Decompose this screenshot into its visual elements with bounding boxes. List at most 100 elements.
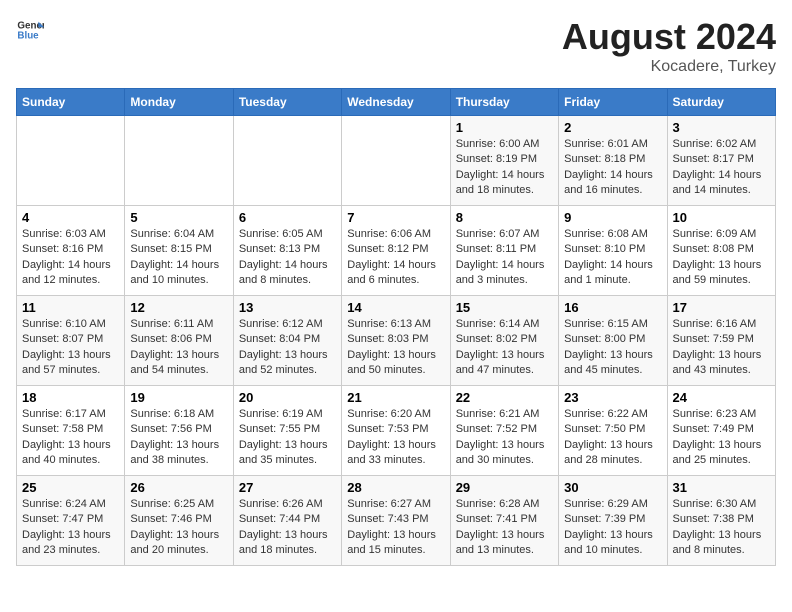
- day-info: Sunrise: 6:11 AM Sunset: 8:06 PM Dayligh…: [130, 317, 227, 379]
- day-cell: 14Sunrise: 6:13 AM Sunset: 8:03 PM Dayli…: [342, 296, 450, 386]
- day-number: 29: [456, 480, 553, 495]
- day-cell: [17, 116, 125, 206]
- day-number: 12: [130, 300, 227, 315]
- day-cell: 29 Sunrise: 6:28 AM Sunset: 7:41 PM Dayli…: [450, 476, 558, 566]
- day-number: 21: [347, 390, 444, 405]
- day-cell: 12 Sunrise: 6:11 AM Sunset: 8:06 PM Dayli…: [125, 296, 233, 386]
- day-cell: 21 Sunrise: 6:20 AM Sunset: 7:53 PM Dayli…: [342, 386, 450, 476]
- day-cell: 4 Sunrise: 6:03 AM Sunset: 8:16 PM Daylig…: [17, 206, 125, 296]
- calendar-header: SundayMondayTuesdayWednesdayThursdayFrid…: [17, 89, 776, 116]
- day-cell: 17Sunrise: 6:16 AM Sunset: 7:59 PM Dayli…: [667, 296, 775, 386]
- day-info: Sunrise: 6:24 AM Sunset: 7:47 PM Dayligh…: [22, 497, 119, 559]
- day-cell: 5 Sunrise: 6:04 AM Sunset: 8:15 PM Daylig…: [125, 206, 233, 296]
- day-cell: 24Sunrise: 6:23 AM Sunset: 7:49 PM Dayli…: [667, 386, 775, 476]
- day-cell: 28 Sunrise: 6:27 AM Sunset: 7:43 PM Dayli…: [342, 476, 450, 566]
- day-cell: 30 Sunrise: 6:29 AM Sunset: 7:39 PM Dayli…: [559, 476, 667, 566]
- day-info: Sunrise: 6:12 AM Sunset: 8:04 PM Dayligh…: [239, 317, 336, 379]
- day-info: Sunrise: 6:16 AM Sunset: 7:59 PM Dayligh…: [673, 317, 770, 379]
- day-number: 4: [22, 210, 119, 225]
- day-cell: [125, 116, 233, 206]
- day-number: 16: [564, 300, 661, 315]
- week-row-5: 25Sunrise: 6:24 AM Sunset: 7:47 PM Dayli…: [17, 476, 776, 566]
- logo: General Blue: [16, 16, 44, 44]
- header-cell-sunday: Sunday: [17, 89, 125, 116]
- day-number: 31: [673, 480, 770, 495]
- day-info: Sunrise: 6:20 AM Sunset: 7:53 PM Dayligh…: [347, 407, 444, 469]
- day-info: Sunrise: 6:18 AM Sunset: 7:56 PM Dayligh…: [130, 407, 227, 469]
- day-info: Sunrise: 6:28 AM Sunset: 7:41 PM Dayligh…: [456, 497, 553, 559]
- week-row-2: 4 Sunrise: 6:03 AM Sunset: 8:16 PM Daylig…: [17, 206, 776, 296]
- day-cell: 23 Sunrise: 6:22 AM Sunset: 7:50 PM Dayli…: [559, 386, 667, 476]
- day-cell: [233, 116, 341, 206]
- day-cell: 19 Sunrise: 6:18 AM Sunset: 7:56 PM Dayli…: [125, 386, 233, 476]
- day-number: 3: [673, 120, 770, 135]
- day-info: Sunrise: 6:15 AM Sunset: 8:00 PM Dayligh…: [564, 317, 661, 379]
- day-info: Sunrise: 6:07 AM Sunset: 8:11 PM Dayligh…: [456, 227, 553, 289]
- day-number: 11: [22, 300, 119, 315]
- day-number: 22: [456, 390, 553, 405]
- calendar-table: SundayMondayTuesdayWednesdayThursdayFrid…: [16, 88, 776, 566]
- day-number: 26: [130, 480, 227, 495]
- header-cell-tuesday: Tuesday: [233, 89, 341, 116]
- day-cell: 25Sunrise: 6:24 AM Sunset: 7:47 PM Dayli…: [17, 476, 125, 566]
- day-number: 27: [239, 480, 336, 495]
- day-cell: 3 Sunrise: 6:02 AM Sunset: 8:17 PM Daylig…: [667, 116, 775, 206]
- day-number: 28: [347, 480, 444, 495]
- day-info: Sunrise: 6:04 AM Sunset: 8:15 PM Dayligh…: [130, 227, 227, 289]
- day-info: Sunrise: 6:26 AM Sunset: 7:44 PM Dayligh…: [239, 497, 336, 559]
- day-number: 10: [673, 210, 770, 225]
- day-info: Sunrise: 6:02 AM Sunset: 8:17 PM Dayligh…: [673, 137, 770, 199]
- week-row-4: 18Sunrise: 6:17 AM Sunset: 7:58 PM Dayli…: [17, 386, 776, 476]
- day-cell: 16 Sunrise: 6:15 AM Sunset: 8:00 PM Dayli…: [559, 296, 667, 386]
- day-number: 13: [239, 300, 336, 315]
- day-number: 19: [130, 390, 227, 405]
- day-number: 7: [347, 210, 444, 225]
- day-number: 30: [564, 480, 661, 495]
- title-block: August 2024 Kocadere, Turkey: [562, 16, 776, 76]
- header-cell-wednesday: Wednesday: [342, 89, 450, 116]
- week-row-1: 1Sunrise: 6:00 AM Sunset: 8:19 PM Daylig…: [17, 116, 776, 206]
- day-info: Sunrise: 6:05 AM Sunset: 8:13 PM Dayligh…: [239, 227, 336, 289]
- header-cell-thursday: Thursday: [450, 89, 558, 116]
- day-info: Sunrise: 6:01 AM Sunset: 8:18 PM Dayligh…: [564, 137, 661, 199]
- page-header: General Blue August 2024 Kocadere, Turke…: [16, 16, 776, 76]
- day-cell: 10 Sunrise: 6:09 AM Sunset: 8:08 PM Dayli…: [667, 206, 775, 296]
- day-info: Sunrise: 6:21 AM Sunset: 7:52 PM Dayligh…: [456, 407, 553, 469]
- day-info: Sunrise: 6:10 AM Sunset: 8:07 PM Dayligh…: [22, 317, 119, 379]
- day-info: Sunrise: 6:17 AM Sunset: 7:58 PM Dayligh…: [22, 407, 119, 469]
- day-cell: 11 Sunrise: 6:10 AM Sunset: 8:07 PM Dayli…: [17, 296, 125, 386]
- day-info: Sunrise: 6:14 AM Sunset: 8:02 PM Dayligh…: [456, 317, 553, 379]
- day-cell: 6 Sunrise: 6:05 AM Sunset: 8:13 PM Daylig…: [233, 206, 341, 296]
- day-info: Sunrise: 6:03 AM Sunset: 8:16 PM Dayligh…: [22, 227, 119, 289]
- day-number: 23: [564, 390, 661, 405]
- day-number: 8: [456, 210, 553, 225]
- day-info: Sunrise: 6:22 AM Sunset: 7:50 PM Dayligh…: [564, 407, 661, 469]
- day-cell: 13 Sunrise: 6:12 AM Sunset: 8:04 PM Dayli…: [233, 296, 341, 386]
- day-info: Sunrise: 6:08 AM Sunset: 8:10 PM Dayligh…: [564, 227, 661, 289]
- day-info: Sunrise: 6:19 AM Sunset: 7:55 PM Dayligh…: [239, 407, 336, 469]
- day-cell: 20Sunrise: 6:19 AM Sunset: 7:55 PM Dayli…: [233, 386, 341, 476]
- header-cell-saturday: Saturday: [667, 89, 775, 116]
- day-cell: [342, 116, 450, 206]
- calendar-body: 1Sunrise: 6:00 AM Sunset: 8:19 PM Daylig…: [17, 116, 776, 566]
- day-info: Sunrise: 6:06 AM Sunset: 8:12 PM Dayligh…: [347, 227, 444, 289]
- day-cell: 26 Sunrise: 6:25 AM Sunset: 7:46 PM Dayli…: [125, 476, 233, 566]
- day-info: Sunrise: 6:13 AM Sunset: 8:03 PM Dayligh…: [347, 317, 444, 379]
- day-info: Sunrise: 6:25 AM Sunset: 7:46 PM Dayligh…: [130, 497, 227, 559]
- header-cell-monday: Monday: [125, 89, 233, 116]
- day-cell: 18Sunrise: 6:17 AM Sunset: 7:58 PM Dayli…: [17, 386, 125, 476]
- day-number: 2: [564, 120, 661, 135]
- subtitle: Kocadere, Turkey: [562, 58, 776, 76]
- header-cell-friday: Friday: [559, 89, 667, 116]
- main-title: August 2024: [562, 16, 776, 58]
- day-cell: 2 Sunrise: 6:01 AM Sunset: 8:18 PM Daylig…: [559, 116, 667, 206]
- day-info: Sunrise: 6:30 AM Sunset: 7:38 PM Dayligh…: [673, 497, 770, 559]
- day-cell: 1Sunrise: 6:00 AM Sunset: 8:19 PM Daylig…: [450, 116, 558, 206]
- day-info: Sunrise: 6:27 AM Sunset: 7:43 PM Dayligh…: [347, 497, 444, 559]
- day-info: Sunrise: 6:09 AM Sunset: 8:08 PM Dayligh…: [673, 227, 770, 289]
- day-cell: 7 Sunrise: 6:06 AM Sunset: 8:12 PM Daylig…: [342, 206, 450, 296]
- day-info: Sunrise: 6:29 AM Sunset: 7:39 PM Dayligh…: [564, 497, 661, 559]
- week-row-3: 11 Sunrise: 6:10 AM Sunset: 8:07 PM Dayli…: [17, 296, 776, 386]
- day-number: 6: [239, 210, 336, 225]
- day-number: 5: [130, 210, 227, 225]
